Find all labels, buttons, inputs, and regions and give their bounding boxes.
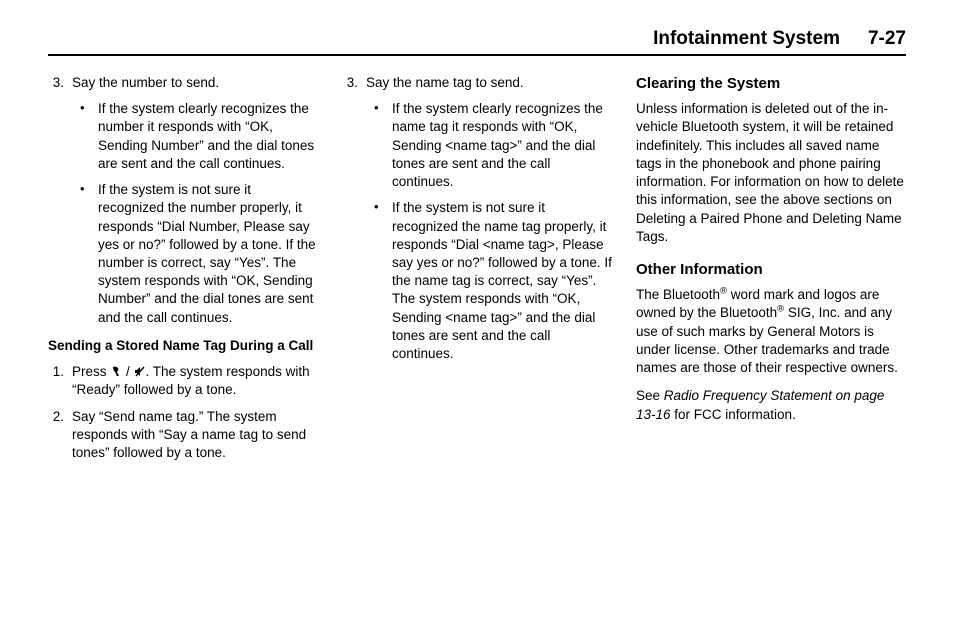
- paragraph: Unless information is deleted out of the…: [636, 100, 906, 246]
- bullet-text: If the system is not sure it recognized …: [392, 199, 612, 363]
- voice-command-icon: [110, 365, 122, 378]
- header-page-number: 7-27: [868, 28, 906, 50]
- section-heading: Other Information: [636, 260, 906, 280]
- list-text: Press / . The system responds with “Read…: [72, 363, 318, 399]
- text-fragment: for FCC information.: [671, 407, 796, 422]
- text-fragment: Press: [72, 364, 110, 379]
- bullet-icon: •: [80, 181, 98, 327]
- list-number: 2.: [48, 408, 72, 463]
- list-text: Say the name tag to send.: [366, 74, 612, 92]
- bullet-item: • If the system is not sure it recognize…: [80, 181, 318, 327]
- paragraph: See Radio Frequency Statement on page 13…: [636, 387, 906, 423]
- bullet-icon: •: [374, 100, 392, 191]
- column-2: 3. Say the name tag to send. • If the sy…: [342, 74, 612, 470]
- list-number: 3.: [48, 74, 72, 92]
- content-columns: 3. Say the number to send. • If the syst…: [48, 74, 906, 470]
- list-item: 2. Say “Send name tag.” The system respo…: [48, 408, 318, 463]
- list-text: Say the number to send.: [72, 74, 318, 92]
- bullet-item: • If the system clearly recognizes the n…: [374, 100, 612, 191]
- bullet-text: If the system clearly recognizes the num…: [98, 100, 318, 173]
- header-title: Infotainment System: [653, 28, 840, 50]
- paragraph: The Bluetooth® word mark and logos are o…: [636, 286, 906, 377]
- text-fragment: See: [636, 388, 664, 403]
- manual-page: Infotainment System 7-27 3. Say the numb…: [0, 0, 954, 500]
- bullet-icon: •: [374, 199, 392, 363]
- section-heading: Clearing the System: [636, 74, 906, 94]
- column-1: 3. Say the number to send. • If the syst…: [48, 74, 318, 470]
- bullet-item: • If the system is not sure it recognize…: [374, 199, 612, 363]
- bullet-text: If the system clearly recognizes the nam…: [392, 100, 612, 191]
- bullet-item: • If the system clearly recognizes the n…: [80, 100, 318, 173]
- bullet-icon: •: [80, 100, 98, 173]
- bullet-text: If the system is not sure it recognized …: [98, 181, 318, 327]
- list-number: 3.: [342, 74, 366, 92]
- mute-icon: [134, 365, 146, 378]
- list-text: Say “Send name tag.” The system responds…: [72, 408, 318, 463]
- sub-heading: Sending a Stored Name Tag During a Call: [48, 337, 318, 355]
- list-item: 3. Say the name tag to send.: [342, 74, 612, 92]
- registered-icon: ®: [720, 286, 727, 297]
- text-fragment: The Bluetooth: [636, 287, 720, 302]
- column-3: Clearing the System Unless information i…: [636, 74, 906, 470]
- page-header: Infotainment System 7-27: [48, 28, 906, 56]
- list-item: 3. Say the number to send.: [48, 74, 318, 92]
- list-item: 1. Press / . The system responds with “R…: [48, 363, 318, 399]
- list-number: 1.: [48, 363, 72, 399]
